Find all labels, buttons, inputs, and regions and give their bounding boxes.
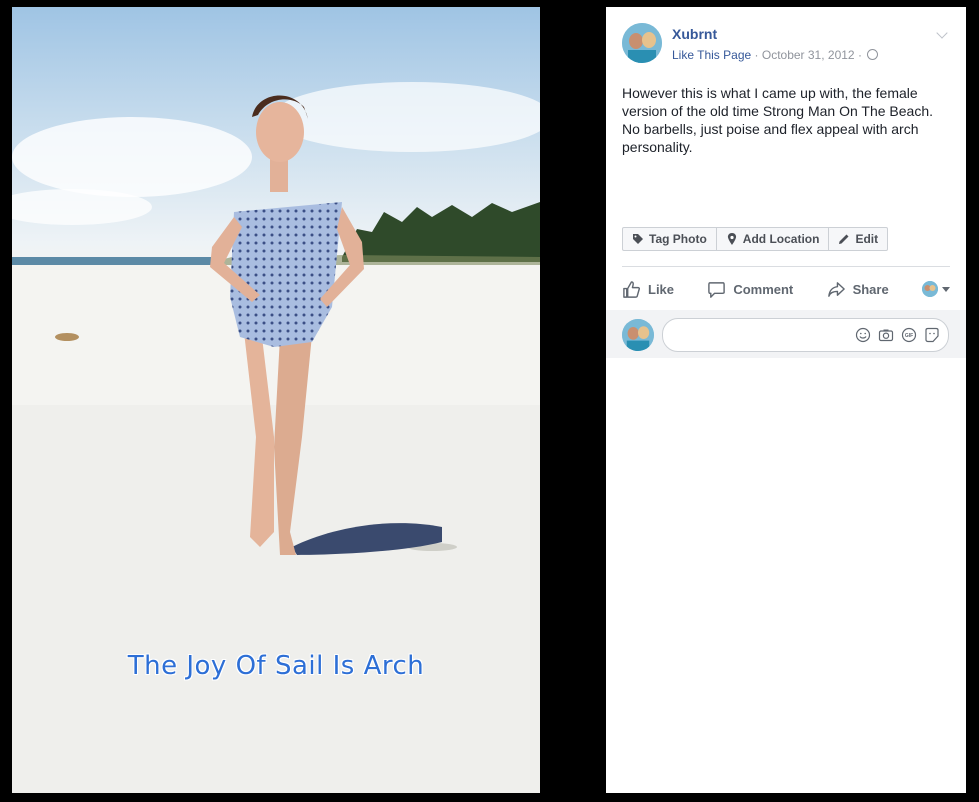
chevron-down-icon[interactable]	[936, 27, 948, 39]
pencil-icon	[839, 234, 849, 244]
commenter-avatar	[622, 319, 654, 351]
post-text: However this is what I came up with, the…	[622, 85, 934, 155]
like-label: Like	[648, 281, 675, 297]
tag-icon	[633, 234, 643, 244]
caret-down-icon	[942, 286, 950, 292]
comment-label: Comment	[733, 281, 794, 297]
gif-icon[interactable]: GIF	[901, 327, 917, 343]
comment-input-icons: GIF	[855, 327, 940, 343]
comment-button[interactable]: Comment	[707, 280, 793, 299]
tag-photo-label: Tag Photo	[649, 232, 707, 246]
add-location-button[interactable]: Add Location	[717, 228, 830, 250]
post-photo[interactable]: The Joy Of Sail Is Arch	[12, 7, 540, 793]
page-avatar[interactable]	[622, 23, 662, 63]
share-label: Share	[852, 281, 889, 297]
like-page-link[interactable]: Like This Page	[672, 48, 751, 62]
location-pin-icon	[727, 233, 736, 245]
speech-bubble-icon	[708, 281, 726, 298]
divider	[622, 266, 950, 267]
meta-separator: ·	[754, 48, 759, 62]
smiley-icon[interactable]	[855, 327, 871, 343]
sticker-icon[interactable]	[924, 327, 940, 343]
tag-photo-button[interactable]: Tag Photo	[623, 228, 717, 250]
comment-composer: GIF	[606, 310, 966, 358]
svg-text:GIF: GIF	[905, 333, 913, 339]
mini-avatar	[922, 281, 938, 297]
edit-button[interactable]: Edit	[829, 228, 887, 250]
post-side-panel: Xubrnt Like This Page · October 31, 2012…	[606, 7, 966, 793]
camera-icon[interactable]	[878, 327, 894, 343]
add-location-label: Add Location	[742, 232, 820, 246]
reaction-bar: Like Comment Share	[622, 277, 950, 301]
share-button[interactable]: Share	[827, 280, 889, 299]
meta-separator-2: ·	[857, 48, 862, 62]
like-button[interactable]: Like	[622, 280, 674, 299]
edit-label: Edit	[855, 232, 879, 246]
comment-input[interactable]: GIF	[662, 318, 949, 352]
post-date[interactable]: October 31, 2012	[762, 48, 855, 62]
post-as-selector[interactable]	[922, 281, 950, 297]
share-arrow-icon	[827, 281, 845, 297]
page-name-link[interactable]: Xubrnt	[672, 26, 717, 42]
post-meta: Like This Page · October 31, 2012 ·	[672, 48, 879, 62]
photo-actions: Tag Photo Add Location Edit	[622, 227, 889, 251]
globe-icon	[867, 49, 879, 60]
photo-caption: The Joy Of Sail Is Arch	[127, 651, 425, 681]
thumbs-up-icon	[623, 280, 640, 298]
